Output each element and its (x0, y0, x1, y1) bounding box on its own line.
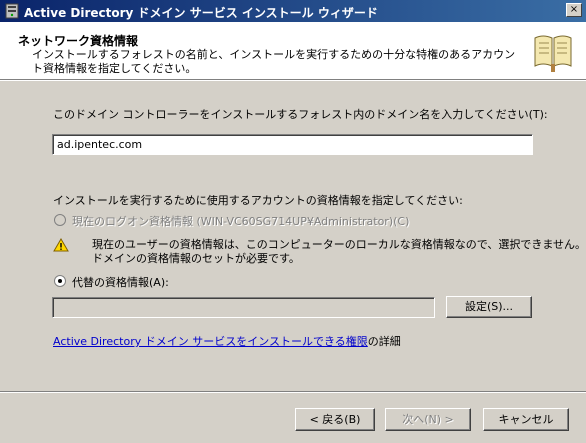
back-button[interactable]: < 戻る(B) (295, 408, 375, 431)
alternate-credentials-label: 代替の資格情報(A): (72, 276, 169, 289)
server-icon (5, 3, 19, 19)
radio-selected-dot (58, 279, 62, 283)
cancel-button[interactable]: キャンセル (483, 408, 569, 431)
wizard-window: Active Directory ドメイン サービス インストール ウィザード … (0, 0, 586, 443)
book-icon (534, 35, 572, 72)
current-credentials-label: 現在のログオン資格情報 (WIN-VC60SG714UP¥Administrat… (72, 215, 410, 228)
wizard-header: ネットワーク資格情報 インストールするフォレストの名前と、インストールを実行する… (0, 22, 586, 80)
alternate-credentials-radio[interactable] (54, 275, 66, 287)
page-description: インストールするフォレストの名前と、インストールを実行するための十分な特権のある… (32, 48, 516, 75)
alternate-credentials-display (52, 297, 435, 318)
permissions-help: Active Directory ドメイン サービスをインストールできる権限の詳… (53, 333, 401, 349)
page-title: ネットワーク資格情報 (18, 34, 139, 48)
header-divider (0, 80, 586, 81)
set-credentials-button[interactable]: 設定(S)... (446, 296, 532, 318)
permissions-link[interactable]: Active Directory ドメイン サービスをインストールできる権限 (53, 335, 368, 348)
warning-icon (53, 238, 69, 252)
window-title: Active Directory ドメイン サービス インストール ウィザード (24, 6, 378, 20)
credentials-prompt-label: インストールを実行するために使用するアカウントの資格情報を指定してください: (53, 194, 463, 207)
domain-name-input[interactable]: ad.ipentec.com (52, 134, 533, 155)
title-bar[interactable]: Active Directory ドメイン サービス インストール ウィザード … (0, 0, 586, 22)
next-button[interactable]: 次へ(N) > (385, 408, 471, 431)
current-credentials-radio[interactable] (54, 214, 66, 226)
warning-text-line2: ドメインの資格情報のセットが必要です。 (92, 252, 300, 265)
permissions-link-suffix: の詳細 (367, 335, 401, 348)
domain-prompt-label: このドメイン コントローラーをインストールするフォレスト内のドメイン名を入力して… (53, 108, 548, 121)
footer-separator (0, 391, 586, 393)
close-button[interactable]: × (566, 3, 582, 17)
